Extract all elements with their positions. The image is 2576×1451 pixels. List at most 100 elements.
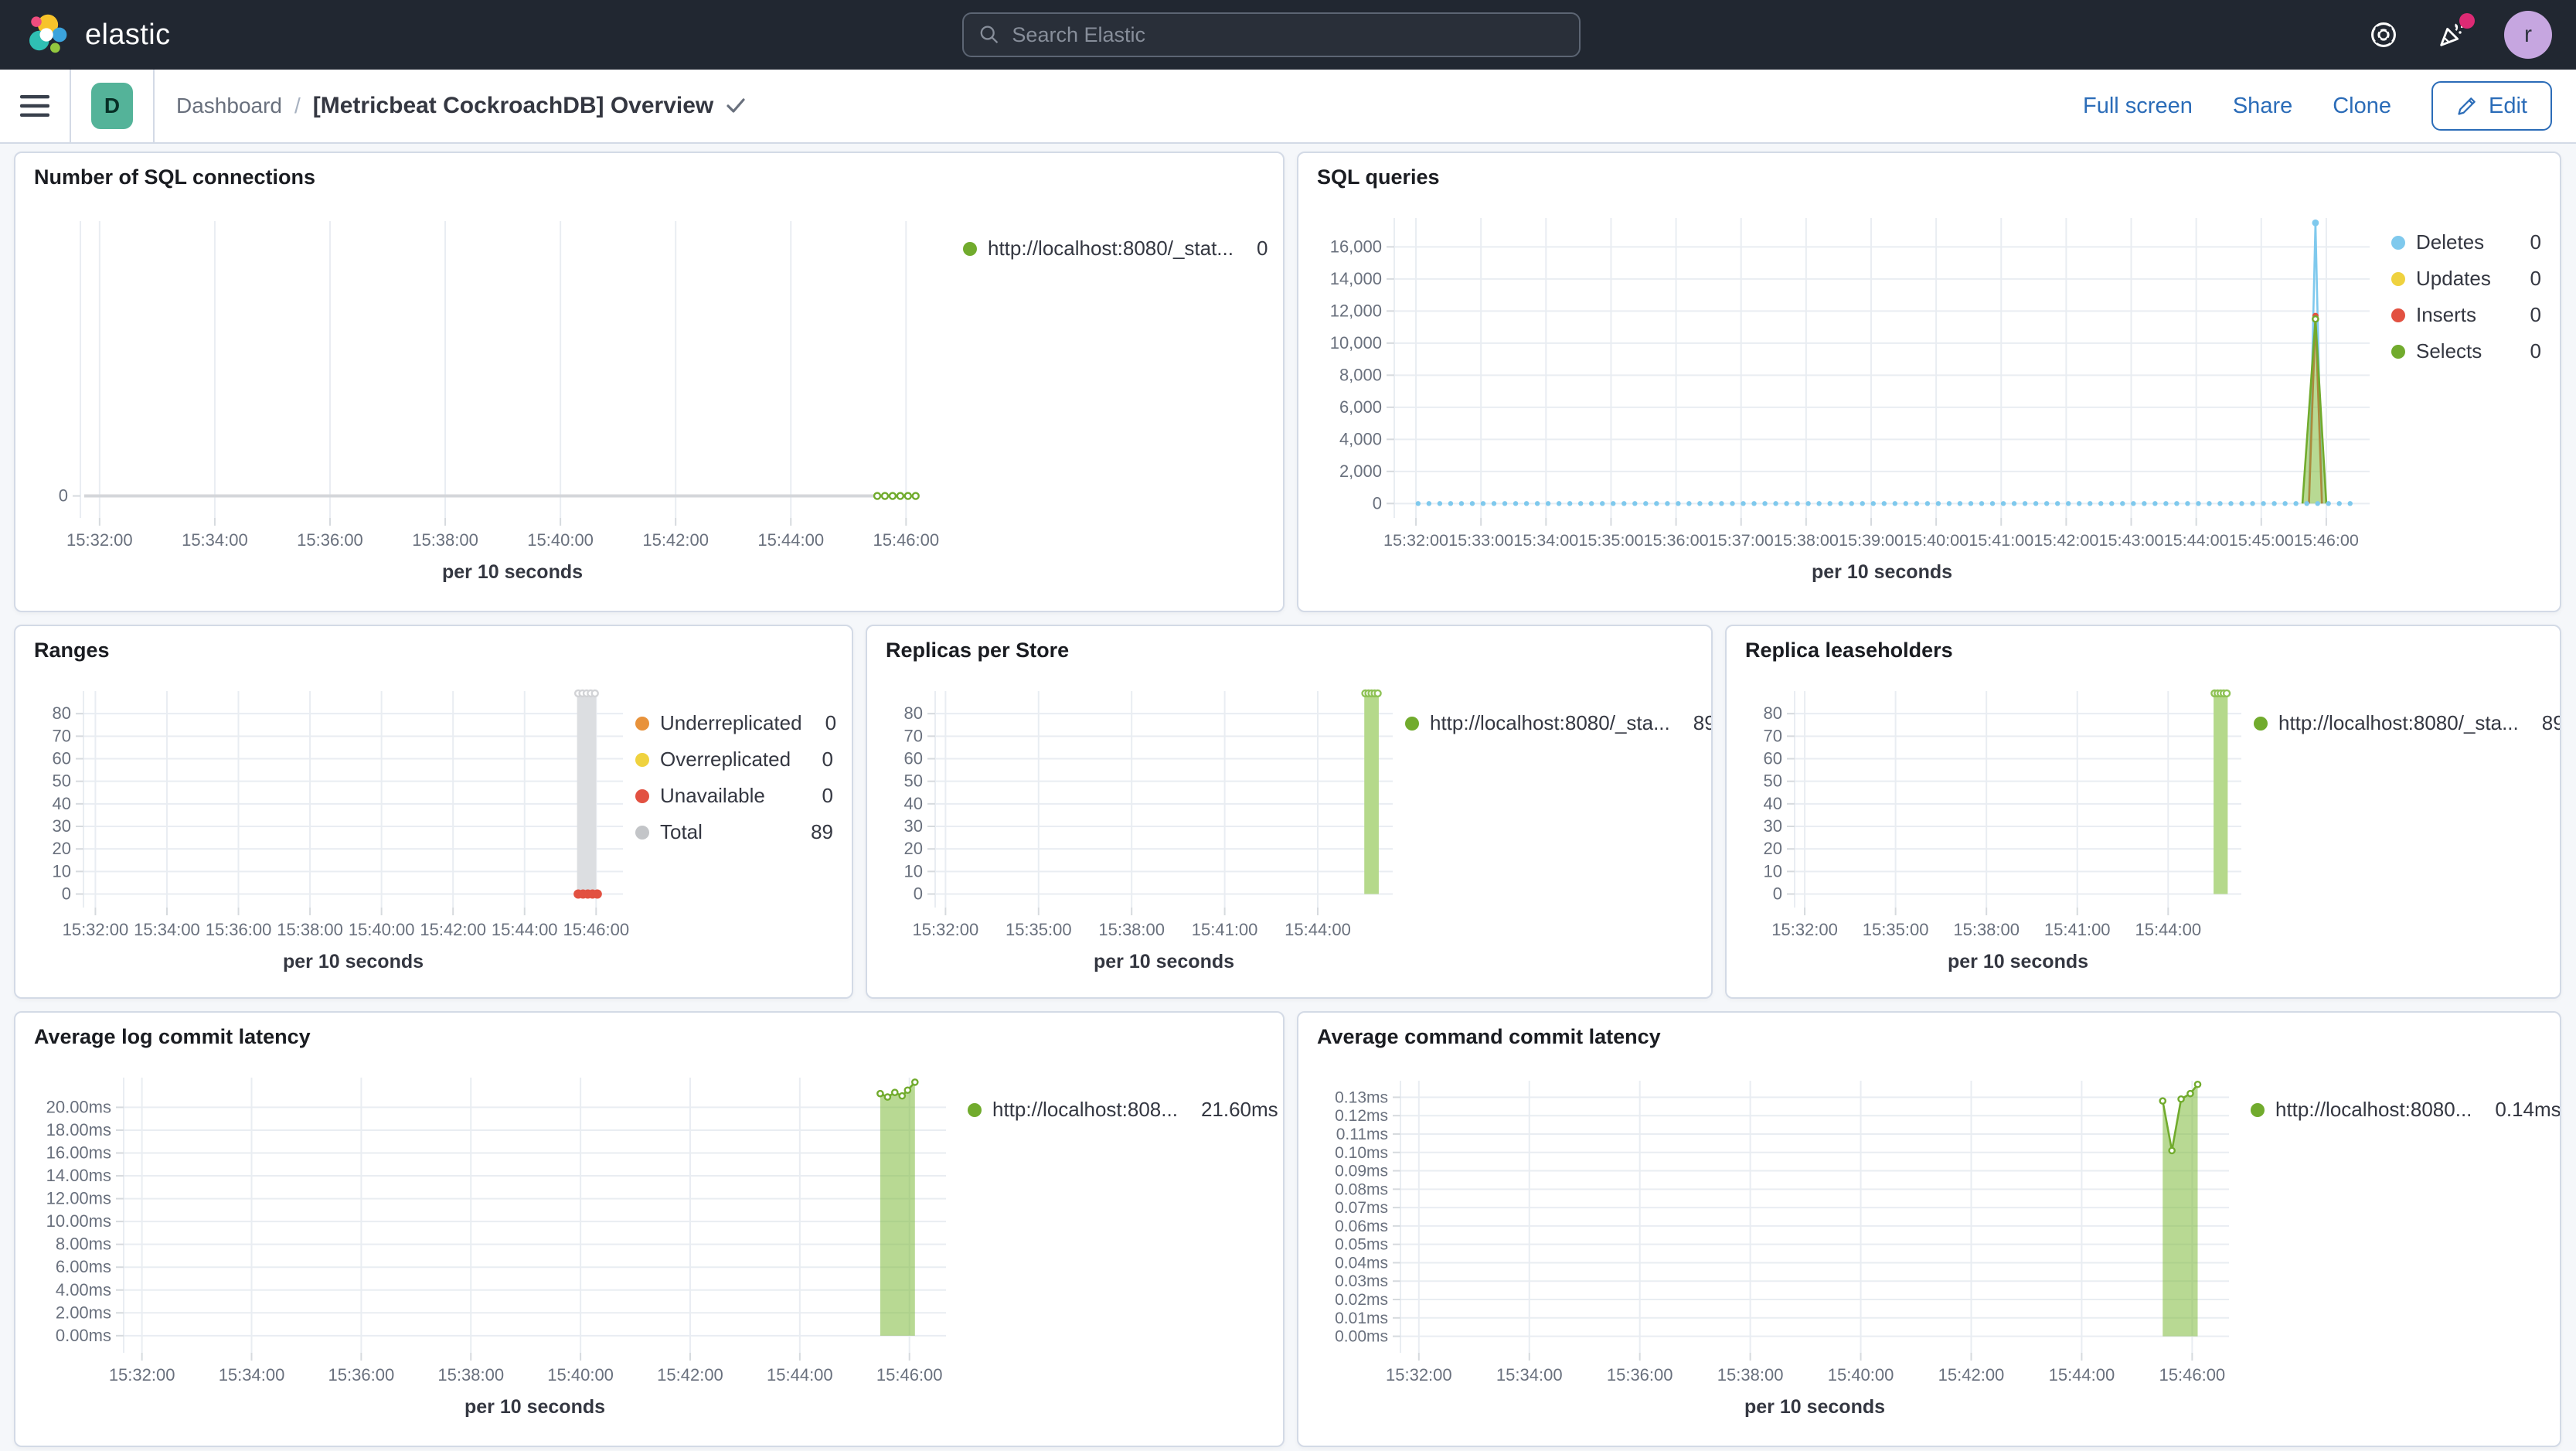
svg-text:40: 40 (53, 794, 71, 813)
sql-connections-chart[interactable]: 0 15:32:00 15:34:00 15:36:00 15:38:00 15:40:0… (34, 199, 963, 598)
svg-text:15:39:00: 15:39:00 (1839, 530, 1904, 550)
svg-text:15:44:00: 15:44:00 (1285, 920, 1351, 939)
svg-text:6.00ms: 6.00ms (56, 1257, 111, 1276)
chart-legend: http://localhost:8080/_sta... 89 (1405, 673, 1711, 985)
share-link[interactable]: Share (2233, 94, 2292, 119)
news-feed-icon[interactable] (2436, 13, 2475, 50)
svg-text:15:43:00: 15:43:00 (2098, 530, 2163, 550)
hamburger-icon (20, 95, 49, 117)
svg-text:0: 0 (914, 884, 923, 904)
svg-text:0.00ms: 0.00ms (1335, 1328, 1388, 1346)
legend-label: Total (660, 820, 703, 843)
full-screen-link[interactable]: Full screen (2083, 94, 2193, 119)
svg-text:15:38:00: 15:38:00 (1717, 1365, 1784, 1385)
space-initial: D (104, 94, 121, 118)
panel-title: Average log commit latency (34, 1025, 311, 1048)
svg-text:15:46:00: 15:46:00 (876, 1365, 943, 1385)
legend-item[interactable]: Updates 0 (2391, 267, 2541, 291)
legend-item[interactable]: http://localhost:8080/_sta... 89 (1405, 711, 1711, 735)
menu-button[interactable] (0, 70, 70, 142)
legend-value: 0.14ms (2495, 1098, 2561, 1121)
legend-item[interactable]: Unavailable 0 (635, 784, 833, 808)
legend-item[interactable]: Underreplicated 0 (635, 711, 836, 735)
sql-queries-chart[interactable]: 0 2,000 4,000 6,000 8,000 10,000 12,000 14,000 1… (1317, 199, 2391, 598)
replica-leaseholders-chart[interactable]: 0 10 20 30 40 50 60 70 80 15:32:00 15:35:00 15:38:0… (1745, 673, 2254, 985)
legend-item[interactable]: Inserts 0 (2391, 303, 2541, 327)
svg-text:10: 10 (1764, 861, 1782, 880)
replicas-per-store-chart[interactable]: 0 10 20 30 40 50 60 70 80 15:32:00 15:35:00 15:38:0… (886, 673, 1405, 985)
legend-value: 0 (2530, 230, 2541, 254)
legend-item[interactable]: http://localhost:8080/_stat... 0 (963, 237, 1268, 261)
svg-text:40: 40 (904, 794, 923, 813)
legend-label: http://localhost:808... (992, 1098, 1178, 1121)
avg-command-commit-latency-chart[interactable]: 0.00ms 0.01ms 0.02ms 0.03ms 0.04ms 0.05ms 0.06… (1317, 1059, 2251, 1433)
search-input[interactable] (1012, 22, 1564, 47)
svg-text:15:35:00: 15:35:00 (1006, 920, 1072, 939)
svg-text:0.01ms: 0.01ms (1335, 1310, 1388, 1327)
svg-text:0.05ms: 0.05ms (1335, 1236, 1388, 1254)
dashboard-grid: Number of SQL connections 0 15:32:00 15:34… (0, 144, 2576, 1447)
ranges-chart[interactable]: 0 10 20 30 40 50 60 70 80 15:32:00 15:34:00 15:36:0… (34, 673, 635, 985)
legend-item[interactable]: http://localhost:8080/_sta... 89 (2254, 711, 2560, 735)
svg-text:20: 20 (1764, 839, 1782, 858)
legend-label: http://localhost:8080/_stat... (988, 237, 1234, 260)
legend-item[interactable]: Total 89 (635, 820, 833, 844)
legend-label: Underreplicated (660, 711, 802, 734)
svg-text:0.03ms: 0.03ms (1335, 1272, 1388, 1290)
help-icon[interactable] (2368, 19, 2399, 50)
svg-text:30: 30 (1764, 816, 1782, 836)
legend-item[interactable]: Selects 0 (2391, 339, 2541, 363)
svg-text:15:44:00: 15:44:00 (2049, 1365, 2115, 1385)
legend-item[interactable]: Deletes 0 (2391, 230, 2541, 254)
chart-legend: Underreplicated 0 Overreplicated 0 Unavailab… (635, 673, 836, 985)
svg-text:15:33:00: 15:33:00 (1448, 530, 1513, 550)
edit-button[interactable]: Edit (2431, 81, 2552, 131)
svg-text:20.00ms: 20.00ms (46, 1097, 111, 1116)
legend-color-dot (2391, 271, 2405, 286)
panel-title: Average command commit latency (1317, 1025, 1661, 1048)
svg-text:20: 20 (904, 839, 923, 858)
svg-text:4,000: 4,000 (1339, 429, 1382, 448)
panel-replica-leaseholders: Replica leaseholders 0 10 20 30 40 50 60 70 80 15… (1725, 625, 2561, 999)
user-avatar[interactable]: r (2504, 11, 2552, 59)
svg-text:15:44:00: 15:44:00 (2135, 920, 2201, 939)
svg-text:15:36:00: 15:36:00 (1607, 1365, 1673, 1385)
svg-text:per 10 seconds: per 10 seconds (464, 1396, 605, 1418)
elastic-logo[interactable]: elastic (25, 12, 171, 58)
svg-text:15:44:00: 15:44:00 (2164, 530, 2229, 550)
legend-value: 0 (822, 748, 833, 771)
pencil-icon (2458, 97, 2476, 115)
legend-color-dot (963, 241, 977, 256)
svg-text:15:42:00: 15:42:00 (1938, 1365, 2005, 1385)
page-title: [Metricbeat CockroachDB] Overview (312, 93, 714, 118)
svg-text:70: 70 (904, 726, 923, 745)
legend-value: 0 (2530, 267, 2541, 290)
clone-link[interactable]: Clone (2333, 94, 2391, 119)
panel-average-command-commit-latency: Average command commit latency 0.00ms 0.0… (1297, 1011, 2561, 1447)
panel-title: SQL queries (1317, 165, 1440, 189)
svg-text:15:41:00: 15:41:00 (2044, 920, 2111, 939)
legend-label: http://localhost:8080/_sta... (2278, 711, 2519, 734)
legend-color-dot (2391, 344, 2405, 359)
breadcrumb-dashboard[interactable]: Dashboard (176, 94, 282, 118)
svg-text:15:32:00: 15:32:00 (1386, 1365, 1452, 1385)
legend-color-dot (2391, 235, 2405, 250)
legend-color-dot (1405, 716, 1419, 731)
legend-value: 0 (822, 784, 833, 807)
legend-item[interactable]: http://localhost:8080... 0.14ms (2251, 1098, 2560, 1122)
svg-text:50: 50 (904, 771, 923, 791)
edit-label: Edit (2489, 93, 2527, 118)
panel-number-of-sql-connections: Number of SQL connections 0 15:32:00 15:34… (14, 152, 1285, 612)
dashboard-options-icon[interactable] (726, 97, 746, 114)
panel-title: Ranges (34, 639, 110, 662)
global-search[interactable] (962, 12, 1581, 57)
svg-text:15:36:00: 15:36:00 (328, 1365, 395, 1385)
legend-label: http://localhost:8080/_sta... (1430, 711, 1670, 734)
svg-text:15:32:00: 15:32:00 (63, 920, 129, 939)
legend-item[interactable]: Overreplicated 0 (635, 748, 833, 771)
legend-value: 0 (2530, 303, 2541, 326)
legend-item[interactable]: http://localhost:808... 21.60ms (968, 1098, 1278, 1122)
avg-log-commit-latency-chart[interactable]: 0.00ms 2.00ms 4.00ms 6.00ms 8.00ms 10.00ms 12.… (34, 1059, 968, 1433)
space-badge[interactable]: D (91, 83, 133, 129)
breadcrumb-separator: / (294, 94, 301, 118)
